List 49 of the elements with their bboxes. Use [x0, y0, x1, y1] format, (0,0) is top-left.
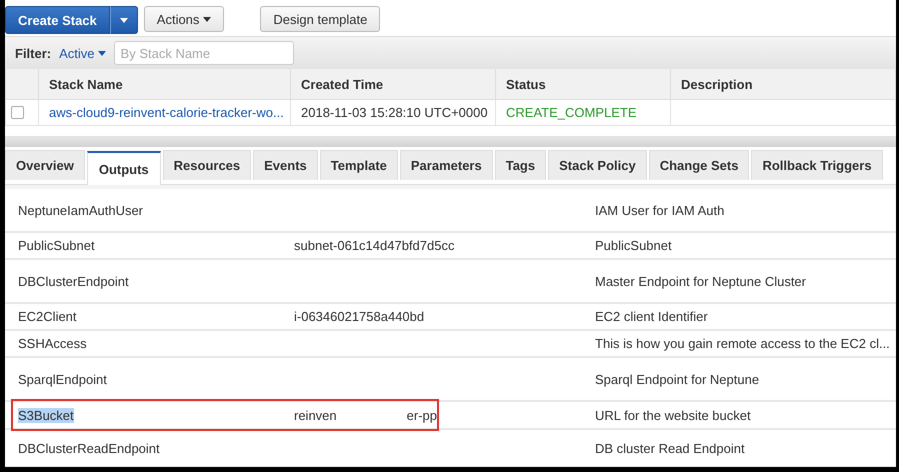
output-value: er-pp: [406, 408, 437, 422]
column-header: Stack Name: [38, 69, 290, 100]
search-field[interactable]: By Stack Name: [114, 41, 294, 65]
status-cell: CREATE_COMPLETE: [496, 100, 670, 126]
row-checkbox[interactable]: [11, 106, 24, 119]
tab[interactable]: Parameters: [400, 150, 493, 180]
output-value: reinven: [294, 408, 337, 422]
tab[interactable]: Template: [320, 150, 398, 180]
tab[interactable]: Resources: [162, 150, 252, 180]
output-value: subnet-061c14d47bfd7d5cc: [294, 238, 454, 253]
stack-name-link[interactable]: aws-cloud9-reinvent-calorie-tracker-wo...: [38, 100, 290, 126]
actions-button[interactable]: Actions: [144, 6, 224, 32]
caret-icon: [203, 16, 212, 22]
output-key: DBClusterReadEndpoint: [5, 440, 160, 456]
filter-dropdown[interactable]: Active: [59, 46, 106, 60]
column-header: Created Time: [290, 69, 496, 100]
tab[interactable]: Tags: [494, 150, 546, 180]
output-key: PublicSubnet: [5, 238, 95, 253]
output-key: SSHAccess: [5, 336, 87, 351]
output-key: EC2Client: [5, 309, 77, 324]
design-template-button[interactable]: Design template: [260, 6, 380, 32]
output-key: SparqlEndpoint: [5, 372, 107, 386]
column-header: Description: [670, 69, 896, 100]
tab[interactable]: Events: [253, 150, 318, 180]
create-stack-button[interactable]: Create Stack: [5, 6, 110, 34]
output-description: URL for the website bucket: [594, 408, 751, 422]
table-cell: 2018-11-03 15:28:10 UTC+0000: [290, 100, 496, 126]
caret-icon: [98, 50, 106, 56]
output-description: This is how you gain remote access to the EC2 cl...: [594, 336, 890, 351]
output-description: PublicSubnet: [594, 238, 672, 253]
tab[interactable]: Change Sets: [648, 150, 750, 180]
dropdown-button[interactable]: [110, 6, 138, 34]
tab[interactable]: Overview: [5, 150, 85, 180]
output-value: i-06346021758a440bd: [294, 309, 424, 324]
output-description: DB cluster Read Endpoint: [594, 440, 745, 456]
output-key: DBClusterEndpoint: [5, 274, 129, 288]
output-key: S3Bucket: [18, 408, 74, 422]
output-description: Master Endpoint for Neptune Cluster: [594, 274, 806, 288]
splitter-bar[interactable]: [5, 137, 896, 147]
filter-label: Filter:: [15, 46, 52, 60]
caret-icon: [120, 18, 128, 22]
tab[interactable]: Rollback Triggers: [751, 150, 883, 180]
tab[interactable]: Stack Policy: [548, 150, 647, 180]
output-key: NeptuneIamAuthUser: [5, 202, 144, 218]
tab[interactable]: Outputs: [86, 151, 161, 185]
output-description: EC2 client Identifier: [594, 309, 708, 324]
column-header: Status: [496, 69, 670, 100]
output-description: Sparql Endpoint for Neptune: [594, 372, 760, 386]
output-description: IAM User for IAM Auth: [594, 202, 724, 218]
